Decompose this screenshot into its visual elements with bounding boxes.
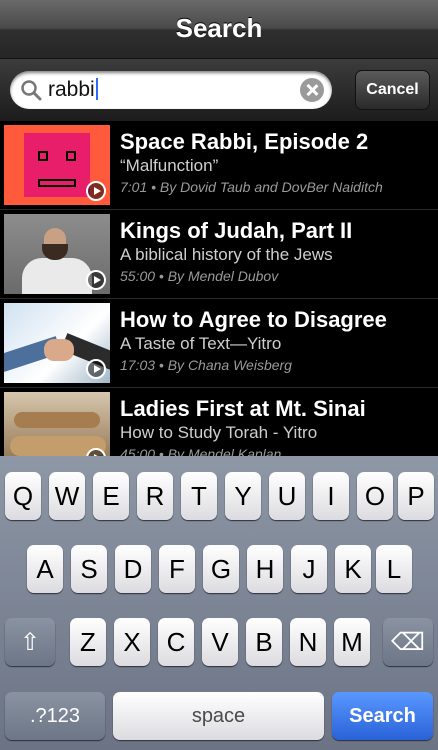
thumbnail xyxy=(4,214,110,294)
key-g[interactable]: G xyxy=(203,545,239,593)
item-title: Space Rabbi, Episode 2 xyxy=(120,129,369,154)
key-i[interactable]: I xyxy=(313,472,349,520)
key-k[interactable]: K xyxy=(335,545,371,593)
list-item[interactable]: Ladies First at Mt. Sinai How to Study T… xyxy=(0,388,438,456)
search-query: rabbi xyxy=(48,78,98,102)
shift-icon: ⇧ xyxy=(19,628,41,656)
list-item[interactable]: Space Rabbi, Episode 2 “Malfunction” 7:0… xyxy=(0,121,438,210)
item-title: Kings of Judah, Part II xyxy=(120,218,353,243)
key-w[interactable]: W xyxy=(49,472,85,520)
key-v[interactable]: V xyxy=(202,618,238,666)
key-p[interactable]: P xyxy=(398,472,434,520)
delete-key[interactable]: ⌫ xyxy=(383,618,433,666)
key-h[interactable]: H xyxy=(247,545,283,593)
list-item[interactable]: How to Agree to Disagree A Taste of Text… xyxy=(0,299,438,388)
item-meta: 17:03 • By Chana Weisberg xyxy=(120,357,292,373)
item-title: Ladies First at Mt. Sinai xyxy=(120,396,366,421)
text-caret xyxy=(95,78,98,100)
item-subtitle: How to Study Torah - Yitro xyxy=(120,423,318,442)
play-icon xyxy=(86,181,106,201)
numbers-key[interactable]: .?123 xyxy=(5,692,105,740)
results-list: Space Rabbi, Episode 2 “Malfunction” 7:0… xyxy=(0,121,438,456)
shift-key[interactable]: ⇧ xyxy=(5,618,55,666)
item-subtitle: A biblical history of the Jews xyxy=(120,245,333,264)
key-b[interactable]: B xyxy=(246,618,282,666)
key-u[interactable]: U xyxy=(269,472,305,520)
list-item[interactable]: Kings of Judah, Part II A biblical histo… xyxy=(0,210,438,299)
search-input[interactable]: rabbi xyxy=(10,71,332,109)
key-f[interactable]: F xyxy=(159,545,195,593)
cancel-button[interactable]: Cancel xyxy=(355,70,430,110)
keyboard: Q W E R T Y U I O P A S D F G H J K L ⇧ … xyxy=(0,456,438,750)
key-s[interactable]: S xyxy=(71,545,107,593)
key-m[interactable]: M xyxy=(334,618,370,666)
key-q[interactable]: Q xyxy=(5,472,41,520)
item-subtitle: “Malfunction” xyxy=(120,156,219,175)
nav-bar: Search xyxy=(0,0,438,59)
key-d[interactable]: D xyxy=(115,545,151,593)
clear-icon[interactable] xyxy=(300,78,324,102)
search-bar: rabbi Cancel xyxy=(0,59,438,122)
page-title: Search xyxy=(175,13,263,43)
item-meta: 55:00 • By Mendel Dubov xyxy=(120,268,279,284)
search-key[interactable]: Search xyxy=(332,692,433,740)
key-j[interactable]: J xyxy=(291,545,327,593)
key-c[interactable]: C xyxy=(158,618,194,666)
key-t[interactable]: T xyxy=(181,472,217,520)
thumbnail xyxy=(4,303,110,383)
key-x[interactable]: X xyxy=(114,618,150,666)
item-subtitle: A Taste of Text—Yitro xyxy=(120,334,282,353)
key-l[interactable]: L xyxy=(376,545,412,593)
thumbnail xyxy=(4,125,110,205)
play-icon xyxy=(86,270,106,290)
key-y[interactable]: Y xyxy=(225,472,261,520)
item-meta: 7:01 • By Dovid Taub and DovBer Naiditch xyxy=(120,179,383,195)
item-title: How to Agree to Disagree xyxy=(120,307,387,332)
search-icon xyxy=(21,80,42,101)
item-meta: 45:00 • By Mendel Kaplan xyxy=(120,446,282,456)
key-r[interactable]: R xyxy=(137,472,173,520)
thumbnail xyxy=(4,392,110,456)
delete-icon: ⌫ xyxy=(391,628,425,656)
space-key[interactable]: space xyxy=(113,692,324,740)
key-z[interactable]: Z xyxy=(70,618,106,666)
key-n[interactable]: N xyxy=(290,618,326,666)
play-icon xyxy=(86,359,106,379)
key-o[interactable]: O xyxy=(357,472,393,520)
key-a[interactable]: A xyxy=(27,545,63,593)
key-e[interactable]: E xyxy=(93,472,129,520)
